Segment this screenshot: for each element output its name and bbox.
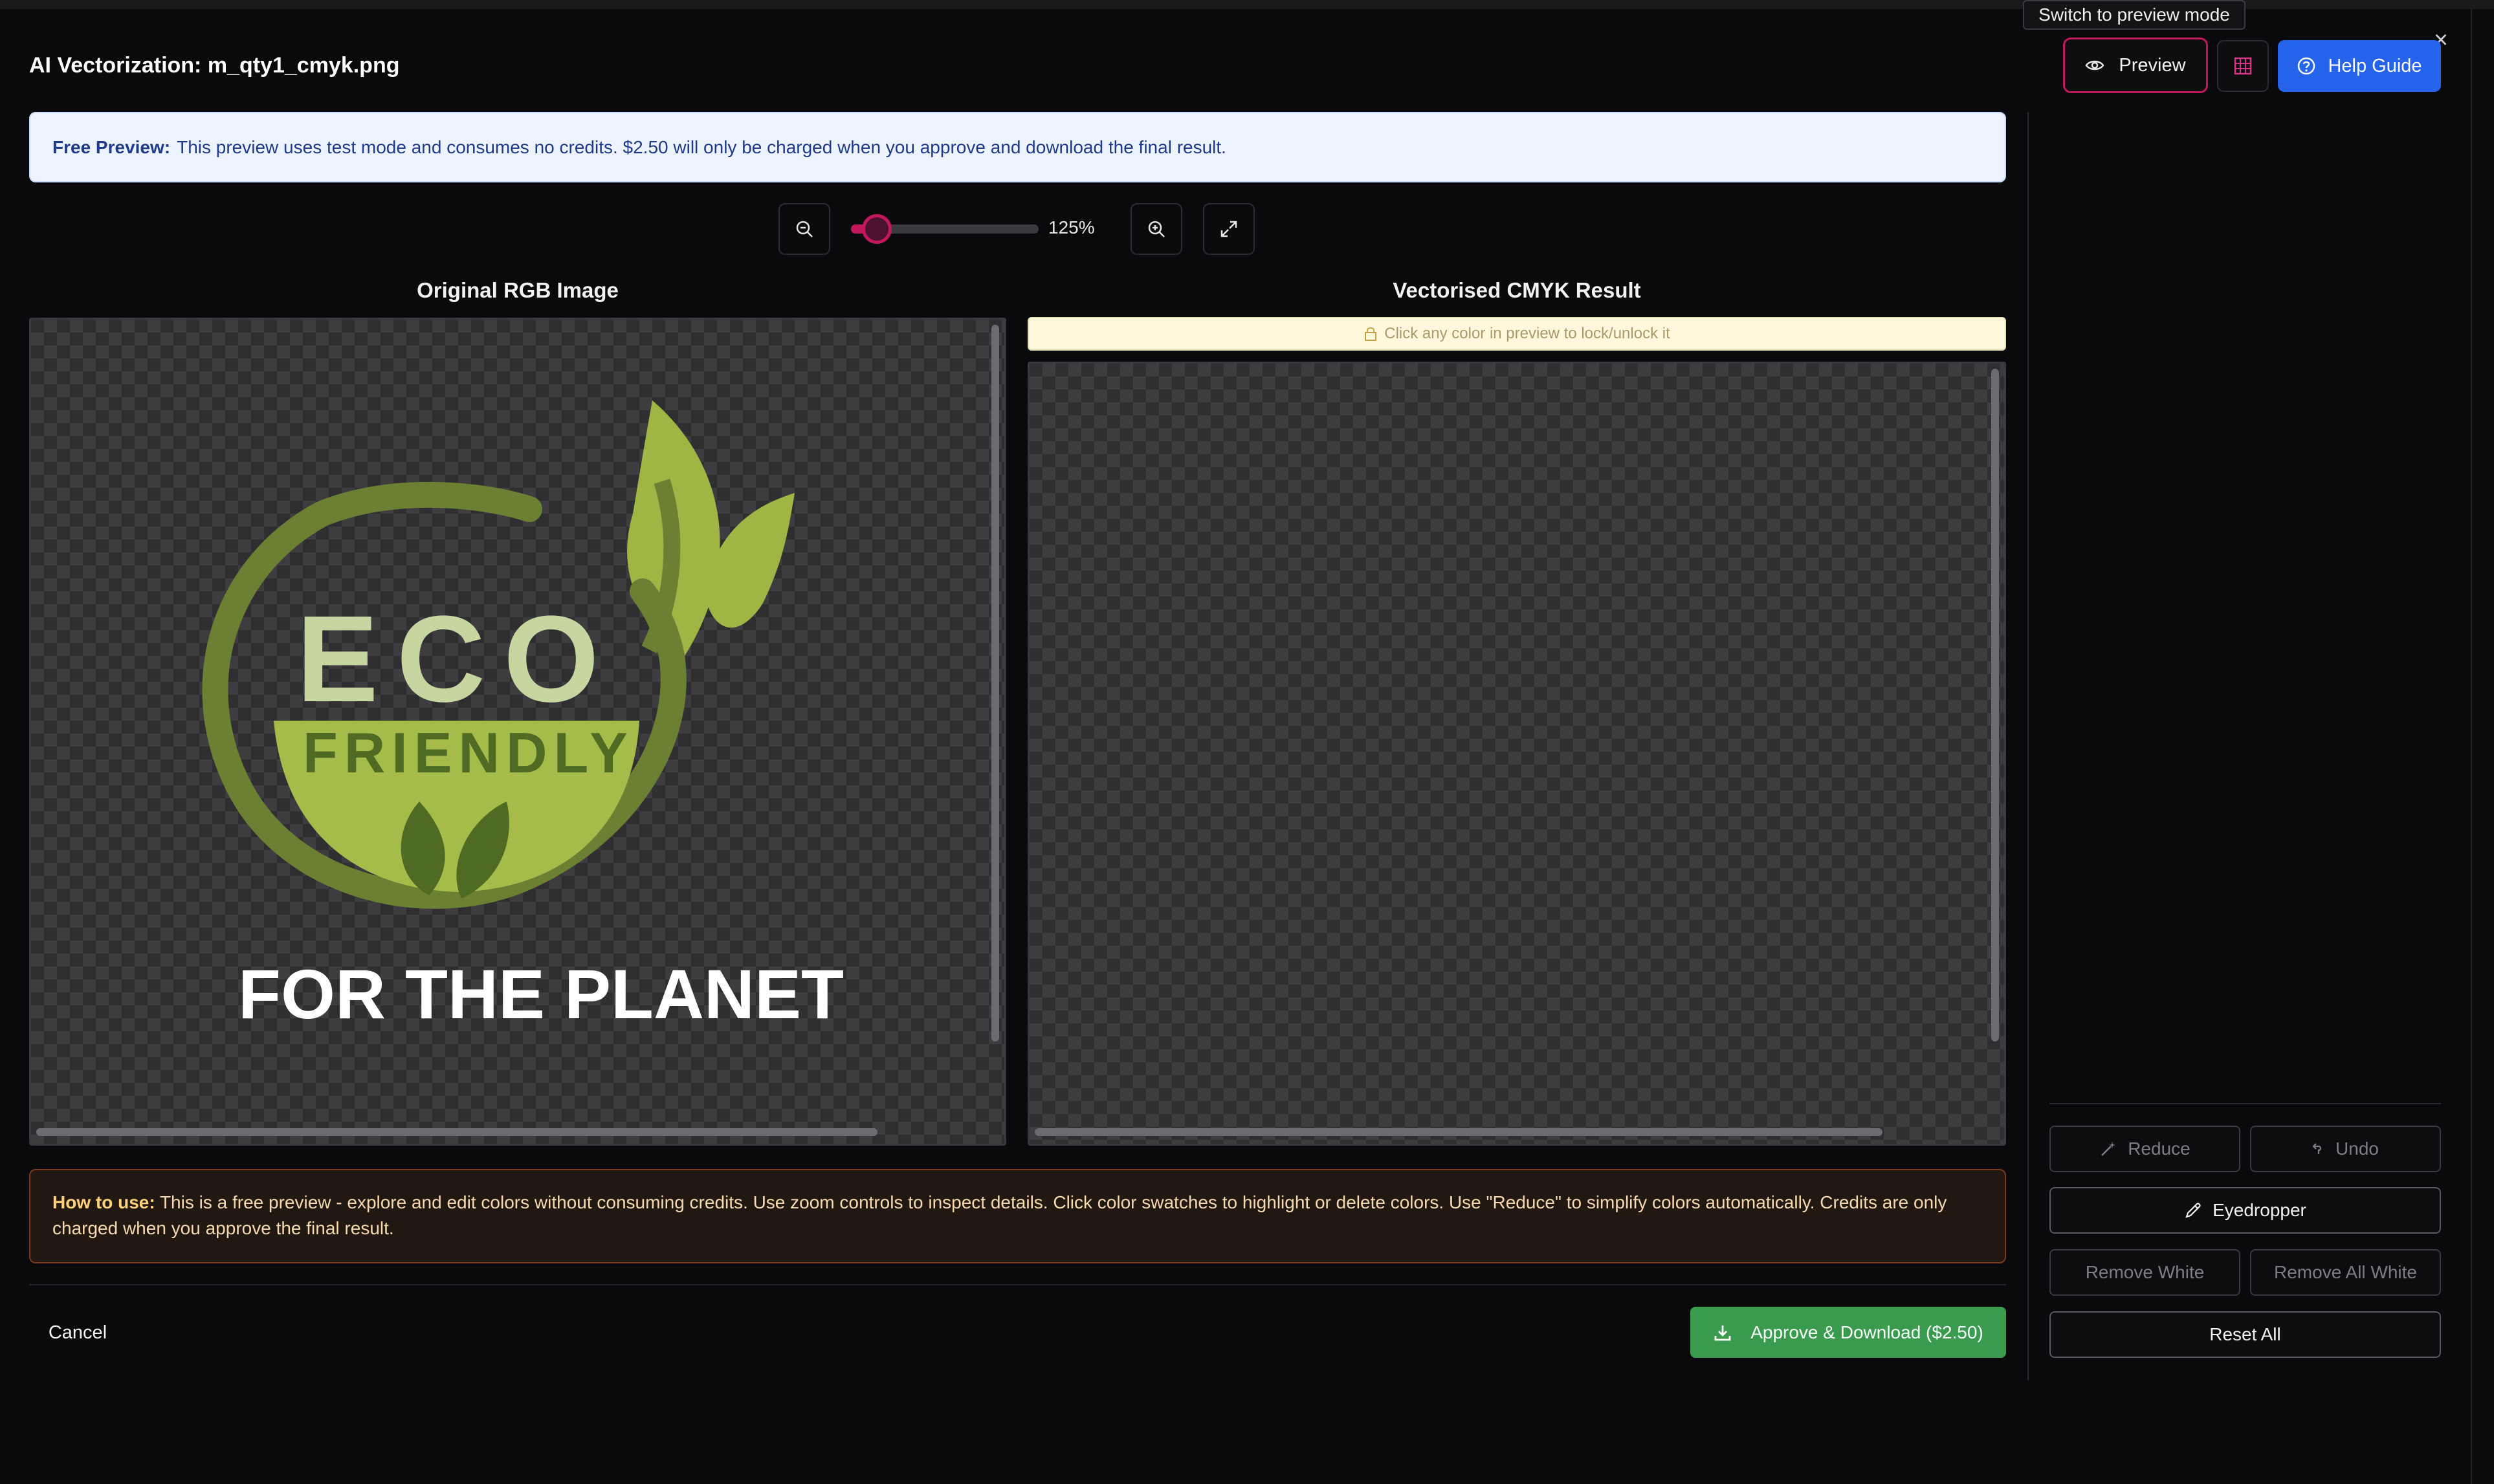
lock-hint-text: Click any color in preview to lock/unloc…: [1384, 325, 1670, 342]
grid-icon: [2234, 57, 2252, 75]
eye-icon: [2085, 60, 2104, 71]
magic-wand-icon: [2101, 1142, 2116, 1156]
approve-download-button[interactable]: Approve & Download ($2.50): [1690, 1307, 2006, 1358]
footer-divider: [29, 1284, 2006, 1285]
zoom-level: 125%: [1048, 217, 1095, 237]
fullscreen-button[interactable]: [1203, 203, 1255, 255]
help-guide-label: Help Guide: [2328, 55, 2422, 76]
eyedropper-button[interactable]: Eyedropper: [2049, 1187, 2441, 1234]
zoom-slider-thumb[interactable]: [862, 214, 892, 244]
lock-hint: Click any color in preview to lock/unloc…: [1028, 317, 2006, 351]
logo-word-friendly: FRIENDLY: [303, 721, 634, 785]
original-horizontal-scrollbar[interactable]: [36, 1128, 877, 1136]
original-panel-title: Original RGB Image: [417, 278, 619, 302]
zoom-in-button[interactable]: [1131, 203, 1182, 255]
logo-word-eco: ECO: [296, 591, 617, 728]
preview-tooltip: Switch to preview mode: [2023, 0, 2246, 30]
how-to-use-line1: This is a free preview - explore and edi…: [159, 1192, 1947, 1212]
remove-white-button[interactable]: Remove White: [2049, 1249, 2240, 1296]
lock-icon: [1365, 327, 1377, 341]
preview-button-label: Preview: [2119, 54, 2186, 76]
eyedropper-icon: [2185, 1203, 2201, 1218]
original-image-viewer[interactable]: ECO FRIENDLY FOR THE PLANET: [29, 318, 1006, 1146]
expand-icon: [1220, 221, 1237, 237]
how-to-use-bold: How to use:: [52, 1192, 155, 1212]
eco-friendly-logo: ECO FRIENDLY FOR THE PLANET: [202, 400, 844, 1033]
dialog-title: AI Vectorization: m_qty1_cmyk.png: [29, 53, 400, 78]
zoom-out-icon: [796, 221, 813, 237]
reduce-button[interactable]: Reduce: [2049, 1126, 2240, 1172]
preview-button[interactable]: Preview: [2063, 38, 2208, 93]
download-icon: [1714, 1325, 1731, 1340]
sidebar-divider-horizontal: [2049, 1103, 2441, 1104]
help-guide-button[interactable]: Help Guide: [2278, 40, 2441, 92]
cancel-button[interactable]: Cancel: [39, 1313, 116, 1352]
eyedropper-label: Eyedropper: [2213, 1200, 2306, 1220]
result-vertical-scrollbar[interactable]: [1991, 369, 1999, 1042]
undo-button[interactable]: Undo: [2250, 1126, 2441, 1172]
grid-view-button[interactable]: [2217, 40, 2269, 92]
how-to-use-panel: How to use: This is a free preview - exp…: [29, 1169, 2006, 1263]
undo-icon: [2312, 1143, 2322, 1154]
sidebar-divider: [2027, 112, 2029, 1380]
free-preview-bold: Free Preview:: [52, 136, 171, 157]
reset-all-button[interactable]: Reset All: [2049, 1311, 2441, 1358]
result-panel-title: Vectorised CMYK Result: [1393, 278, 1641, 302]
result-horizontal-scrollbar[interactable]: [1035, 1128, 1882, 1136]
approve-download-label: Approve & Download ($2.50): [1750, 1322, 1983, 1342]
logo-tagline: FOR THE PLANET: [238, 955, 844, 1033]
reduce-label: Reduce: [2128, 1139, 2191, 1159]
free-preview-banner: Free Preview: This preview uses test mod…: [29, 112, 2006, 182]
original-vertical-scrollbar[interactable]: [991, 325, 999, 1042]
how-to-use-line2: charged when you approve the final resul…: [52, 1218, 394, 1238]
zoom-in-icon: [1148, 221, 1165, 237]
remove-all-white-button[interactable]: Remove All White: [2250, 1249, 2441, 1296]
undo-label: Undo: [2335, 1139, 2379, 1159]
help-circle-icon: [2298, 57, 2315, 75]
zoom-out-button[interactable]: [778, 203, 830, 255]
free-preview-text: This preview uses test mode and consumes…: [177, 136, 1226, 157]
result-image-viewer[interactable]: [1028, 362, 2006, 1146]
